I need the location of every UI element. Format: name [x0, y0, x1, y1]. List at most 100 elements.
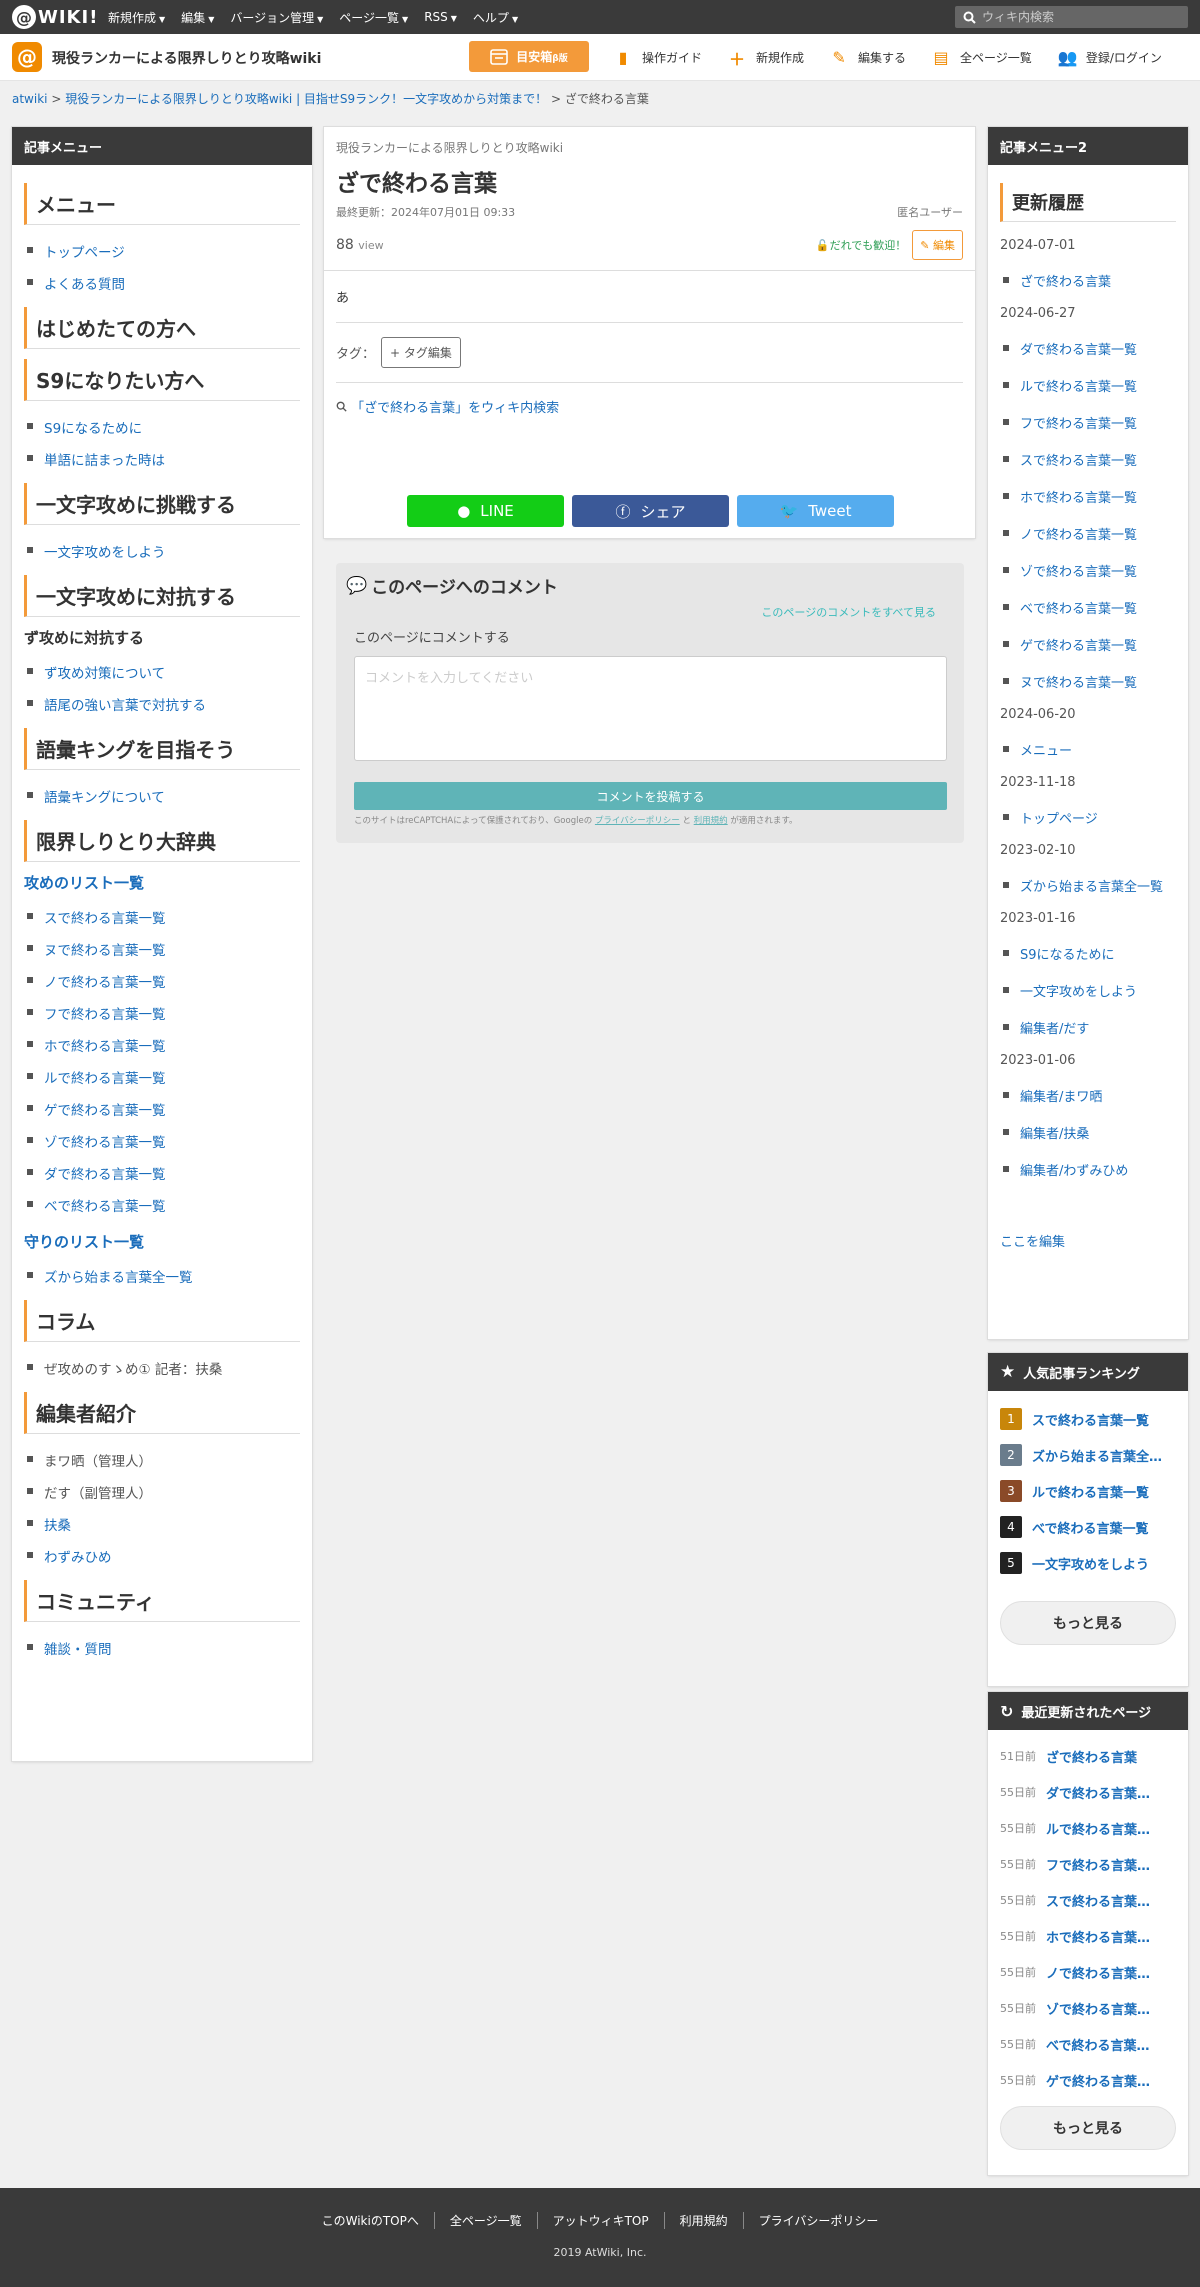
- nav-login[interactable]: 👥 登録/ログイン: [1058, 48, 1162, 67]
- history-item[interactable]: ノで終わる言葉一覧: [1000, 518, 1176, 555]
- editor-link[interactable]: 扶桑: [24, 1508, 300, 1540]
- tag-edit-button[interactable]: + タグ編集: [381, 337, 461, 368]
- attack-list-item[interactable]: ゲで終わる言葉一覧: [24, 1093, 300, 1125]
- history-item[interactable]: ゲで終わる言葉一覧: [1000, 629, 1176, 666]
- defense-list-heading[interactable]: 守りのリスト一覧: [24, 1231, 300, 1252]
- nav-edit[interactable]: ✎ 編集する: [830, 48, 906, 67]
- menu-link-stuck[interactable]: 単語に詰まった時は: [24, 443, 300, 475]
- defense-list-item[interactable]: ズから始まる言葉全一覧: [24, 1260, 300, 1292]
- terms-link[interactable]: 利用規約: [694, 816, 728, 826]
- facebook-share-button[interactable]: ⓕ シェア: [572, 495, 729, 527]
- menu-link-top[interactable]: トップページ: [24, 235, 300, 267]
- community-link[interactable]: 雑談・質問: [24, 1632, 300, 1664]
- recent-row[interactable]: 55日前ノで終わる言葉一覧: [1000, 1954, 1176, 1990]
- attack-list-item[interactable]: ホで終わる言葉一覧: [24, 1029, 300, 1061]
- attack-list-item[interactable]: ゾで終わる言葉一覧: [24, 1125, 300, 1157]
- history-item[interactable]: 編集者/扶桑: [1000, 1117, 1176, 1154]
- top-menu-pages[interactable]: ページ一覧 ▼: [339, 9, 408, 26]
- top-menu-label: 編集: [181, 10, 206, 25]
- footer-link-top[interactable]: このWikiのTOPへ: [307, 2212, 434, 2229]
- attack-list-item[interactable]: フで終わる言葉一覧: [24, 997, 300, 1029]
- ranking-row[interactable]: 5 一文字攻めをしよう: [1000, 1545, 1176, 1581]
- recent-row[interactable]: 55日前ホで終わる言葉一覧: [1000, 1918, 1176, 1954]
- ranking-row[interactable]: 3 ルで終わる言葉一覧: [1000, 1473, 1176, 1509]
- wiki-search-link[interactable]: 「ざで終わる言葉」をウィキ内検索: [336, 383, 963, 430]
- footer-link-privacy[interactable]: プライバシーポリシー: [742, 2212, 894, 2229]
- nav-guide[interactable]: ▮ 操作ガイド: [614, 48, 702, 67]
- see-all-comments-link[interactable]: このページのコメントをすべて見る: [761, 604, 936, 620]
- attack-list-item[interactable]: スで終わる言葉一覧: [24, 901, 300, 933]
- history-item[interactable]: S9になるために: [1000, 938, 1176, 975]
- footer-link-terms[interactable]: 利用規約: [663, 2212, 743, 2229]
- nav-all-pages[interactable]: ▤ 全ページ一覧: [932, 48, 1031, 67]
- atwiki-logo[interactable]: @ WIKI!: [12, 5, 98, 29]
- top-menu-help[interactable]: ヘルプ ▼: [473, 9, 518, 26]
- history-item[interactable]: ベで終わる言葉一覧: [1000, 592, 1176, 629]
- breadcrumb-atwiki[interactable]: atwiki: [12, 92, 48, 106]
- history-date: 2024-06-20: [1000, 707, 1076, 722]
- ranking-row[interactable]: 1 スで終わる言葉一覧: [1000, 1401, 1176, 1437]
- history-item[interactable]: 編集者/まワ晒: [1000, 1080, 1176, 1117]
- history-item[interactable]: ホで終わる言葉一覧: [1000, 481, 1176, 518]
- recent-more-button[interactable]: もっと見る: [1000, 2106, 1176, 2150]
- recent-row[interactable]: 51日前 ざで終わる言葉: [1000, 1738, 1176, 1774]
- ranking-row[interactable]: 2 ズから始まる言葉全一覧: [1000, 1437, 1176, 1473]
- recent-row[interactable]: 55日前 べで終わる言葉一覧: [1000, 2026, 1176, 2062]
- menu-link-faq[interactable]: よくある質問: [24, 267, 300, 299]
- attack-list-item[interactable]: ノで終わる言葉一覧: [24, 965, 300, 997]
- comment-input[interactable]: [354, 656, 947, 761]
- ranking-more-button[interactable]: もっと見る: [1000, 1601, 1176, 1645]
- top-menu-create[interactable]: 新規作成 ▼: [108, 9, 165, 26]
- view-row: 88 view 🔓だれでも歓迎！ ✎ 編集: [336, 230, 963, 260]
- menu-link-strong-ending[interactable]: 語尾の強い言葉で対抗する: [24, 688, 300, 720]
- editor-link[interactable]: わずみひめ: [24, 1540, 300, 1572]
- recent-row[interactable]: 55日前ゲで終わる言葉一覧: [1000, 2062, 1176, 2098]
- line-share-button[interactable]: ● LINE: [407, 495, 564, 527]
- site-logo-icon[interactable]: @: [12, 42, 42, 72]
- suggestion-box-button[interactable]: 目安箱β版: [469, 41, 589, 72]
- history-item[interactable]: ヌで終わる言葉一覧: [1000, 666, 1176, 703]
- recent-row[interactable]: 55日前ダで終わる言葉一覧: [1000, 1774, 1176, 1810]
- history-item[interactable]: ズから始まる言葉全一覧: [1000, 870, 1176, 907]
- top-menu-version[interactable]: バージョン管理 ▼: [230, 9, 323, 26]
- menu-link-zu-counter[interactable]: ず攻め対策について: [24, 656, 300, 688]
- top-menu-rss[interactable]: RSS ▼: [424, 10, 457, 24]
- attack-list-item[interactable]: ダで終わる言葉一覧: [24, 1157, 300, 1189]
- menu-link-s9[interactable]: S9になるために: [24, 411, 300, 443]
- footer-link-all-pages[interactable]: 全ページ一覧: [433, 2212, 537, 2229]
- history-item[interactable]: 一文字攻めをしよう: [1000, 975, 1176, 1012]
- history-item[interactable]: 編集者/だす: [1000, 1012, 1176, 1049]
- tweet-button[interactable]: 🐦 Tweet: [737, 495, 894, 527]
- history-item[interactable]: フで終わる言葉一覧: [1000, 407, 1176, 444]
- history-item[interactable]: ダで終わる言葉一覧: [1000, 333, 1176, 370]
- top-menu-edit[interactable]: 編集 ▼: [181, 9, 214, 26]
- recent-row[interactable]: 55日前スで終わる言葉一覧: [1000, 1882, 1176, 1918]
- edit-here-link[interactable]: ここを編集: [1000, 1231, 1176, 1250]
- wiki-search-input[interactable]: [982, 10, 1172, 24]
- history-item[interactable]: メニュー: [1000, 734, 1176, 771]
- menu-link-king[interactable]: 語彙キングについて: [24, 780, 300, 812]
- nav-new-page[interactable]: ＋ 新規作成: [728, 46, 804, 70]
- history-item[interactable]: ルで終わる言葉一覧: [1000, 370, 1176, 407]
- attack-list-item[interactable]: ベで終わる言葉一覧: [24, 1189, 300, 1221]
- recent-age: 55日前: [1000, 1966, 1036, 1979]
- attack-list-item[interactable]: ヌで終わる言葉一覧: [24, 933, 300, 965]
- post-comment-button[interactable]: コメントを投稿する: [354, 782, 947, 810]
- edit-button[interactable]: ✎ 編集: [912, 230, 963, 260]
- privacy-policy-link[interactable]: プライバシーポリシー: [595, 816, 680, 826]
- attack-list-item[interactable]: ルで終わる言葉一覧: [24, 1061, 300, 1093]
- ranking-row[interactable]: 4 べで終わる言葉一覧: [1000, 1509, 1176, 1545]
- recent-row[interactable]: 55日前フで終わる言葉一覧: [1000, 1846, 1176, 1882]
- recent-row[interactable]: 55日前ゾで終わる言葉一覧: [1000, 1990, 1176, 2026]
- attack-list-heading[interactable]: 攻めのリスト一覧: [24, 872, 300, 893]
- menu-link-challenge[interactable]: 一文字攻めをしよう: [24, 535, 300, 567]
- history-item[interactable]: 編集者/わずみひめ: [1000, 1154, 1176, 1191]
- footer-link-atwiki[interactable]: アットウィキTOP: [536, 2212, 664, 2229]
- recent-row[interactable]: 55日前ルで終わる言葉一覧: [1000, 1810, 1176, 1846]
- history-item[interactable]: スで終わる言葉一覧: [1000, 444, 1176, 481]
- history-item[interactable]: ゾで終わる言葉一覧: [1000, 555, 1176, 592]
- history-item[interactable]: トップページ: [1000, 802, 1176, 839]
- breadcrumb-wiki[interactable]: 現役ランカーによる限界しりとり攻略wiki | 目指せS9ランク！一文字攻めから…: [65, 92, 547, 106]
- site-title[interactable]: 現役ランカーによる限界しりとり攻略wiki: [52, 48, 321, 68]
- history-item[interactable]: ざで終わる言葉: [1000, 265, 1176, 302]
